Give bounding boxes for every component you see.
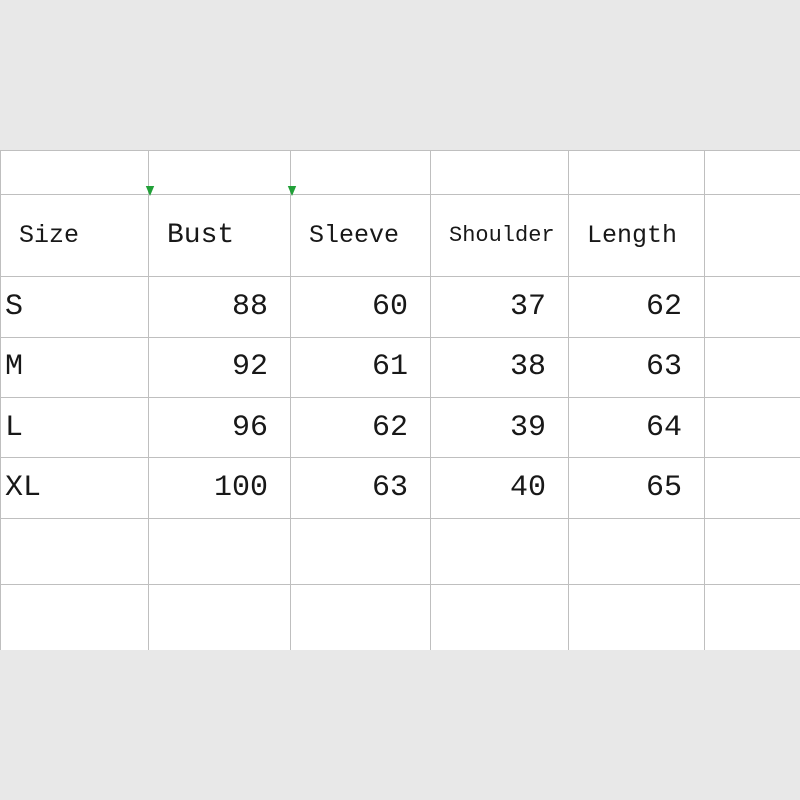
cell-sleeve[interactable]: 62 <box>291 397 431 457</box>
col-header-length[interactable]: Length <box>569 194 705 276</box>
table-cell[interactable] <box>149 151 291 195</box>
cell-size[interactable]: M <box>1 337 149 397</box>
cell-length[interactable]: 63 <box>569 337 705 397</box>
cell-bust[interactable]: 96 <box>149 397 291 457</box>
size-chart-table: Size Bust Sleeve Shoulder Length S 88 60… <box>0 150 800 650</box>
table-cell[interactable] <box>705 584 800 650</box>
cell-sleeve[interactable]: 60 <box>291 277 431 337</box>
cell-bust[interactable]: 88 <box>149 277 291 337</box>
cell-size[interactable]: L <box>1 397 149 457</box>
cell-bust[interactable]: 92 <box>149 337 291 397</box>
table-cell[interactable] <box>569 584 705 650</box>
table-cell[interactable] <box>149 584 291 650</box>
table-cell[interactable] <box>1 151 149 195</box>
cell-shoulder[interactable]: 40 <box>431 458 569 518</box>
table-header-row: Size Bust Sleeve Shoulder Length <box>1 194 800 276</box>
cell-length[interactable]: 64 <box>569 397 705 457</box>
table-row: L 96 62 39 64 <box>1 397 800 457</box>
table-cell[interactable] <box>569 151 705 195</box>
table-cell[interactable] <box>705 397 800 457</box>
col-header-bust[interactable]: Bust <box>149 194 291 276</box>
table-cell[interactable] <box>149 518 291 584</box>
table-cell[interactable] <box>1 584 149 650</box>
table-row: XL 100 63 40 65 <box>1 458 800 518</box>
table-cell[interactable] <box>431 151 569 195</box>
cell-sleeve[interactable]: 63 <box>291 458 431 518</box>
cell-sleeve[interactable]: 61 <box>291 337 431 397</box>
table-cell[interactable] <box>705 194 800 276</box>
col-header-sleeve[interactable]: Sleeve <box>291 194 431 276</box>
table-cell[interactable] <box>705 277 800 337</box>
col-header-size[interactable]: Size <box>1 194 149 276</box>
spreadsheet-area: Size Bust Sleeve Shoulder Length S 88 60… <box>0 150 800 650</box>
cell-length[interactable]: 65 <box>569 458 705 518</box>
table-cell[interactable] <box>705 518 800 584</box>
table-cell[interactable] <box>569 518 705 584</box>
cell-shoulder[interactable]: 39 <box>431 397 569 457</box>
cell-size[interactable]: XL <box>1 458 149 518</box>
col-header-shoulder[interactable]: Shoulder <box>431 194 569 276</box>
table-cell[interactable] <box>705 458 800 518</box>
table-cell[interactable] <box>705 337 800 397</box>
table-row: M 92 61 38 63 <box>1 337 800 397</box>
table-cell[interactable] <box>431 584 569 650</box>
table-cell[interactable] <box>431 518 569 584</box>
cell-shoulder[interactable]: 38 <box>431 337 569 397</box>
table-row: S 88 60 37 62 <box>1 277 800 337</box>
table-cell[interactable] <box>705 151 800 195</box>
table-cell[interactable] <box>291 151 431 195</box>
table-row <box>1 518 800 584</box>
cell-bust[interactable]: 100 <box>149 458 291 518</box>
table-cell[interactable] <box>1 518 149 584</box>
table-row <box>1 151 800 195</box>
cell-shoulder[interactable]: 37 <box>431 277 569 337</box>
cell-size[interactable]: S <box>1 277 149 337</box>
table-row <box>1 584 800 650</box>
table-cell[interactable] <box>291 518 431 584</box>
table-cell[interactable] <box>291 584 431 650</box>
cell-length[interactable]: 62 <box>569 277 705 337</box>
